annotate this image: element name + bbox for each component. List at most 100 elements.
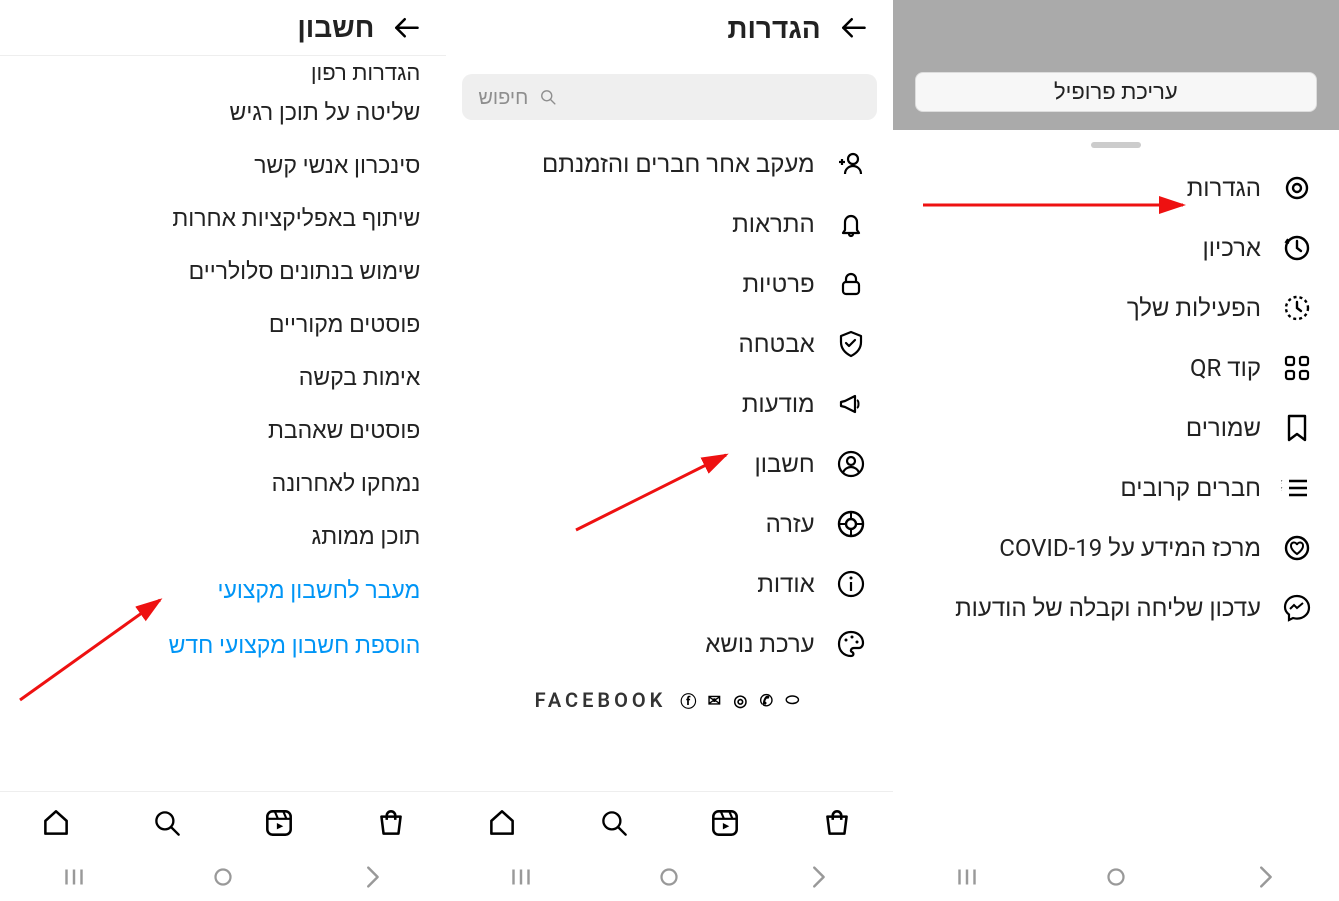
list-item[interactable]: פוסטים שאהבת bbox=[0, 404, 446, 457]
fb-app-icons: ⓕ ✉ ◎ ✆ ⬭ bbox=[680, 690, 804, 710]
settings-item-privacy[interactable]: פרטיות bbox=[446, 254, 892, 314]
settings-item-account[interactable]: חשבון bbox=[446, 434, 892, 494]
instagram-icon: ◎ bbox=[732, 690, 752, 710]
tab-shop-icon[interactable] bbox=[820, 806, 854, 840]
edit-profile-label: עריכת פרופיל bbox=[1054, 79, 1178, 105]
list-item-label: פרטיות bbox=[742, 270, 814, 299]
account-list: הגדרות רפון שליטה על תוכן רגיש סינכרון א… bbox=[0, 56, 446, 791]
settings-item-security[interactable]: אבטחה bbox=[446, 314, 892, 374]
lock-icon bbox=[835, 268, 867, 300]
list-item-label: הגדרות רפון bbox=[311, 60, 421, 86]
settings-item-ads[interactable]: מודעות bbox=[446, 374, 892, 434]
menu-item-close-friends[interactable]: חברים קרובים bbox=[893, 458, 1339, 518]
nav-back-icon[interactable] bbox=[357, 862, 387, 892]
menu-item-qr[interactable]: קוד QR bbox=[893, 338, 1339, 398]
shield-icon bbox=[835, 328, 867, 360]
nav-home-icon[interactable] bbox=[208, 862, 238, 892]
nav-back-icon[interactable] bbox=[1250, 862, 1280, 892]
list-item-label: עדכון שליחה וקבלה של הודעות bbox=[955, 594, 1261, 623]
menu-item-covid[interactable]: מרכז המידע על COVID-19 bbox=[893, 518, 1339, 578]
list-item[interactable]: פוסטים מקוריים bbox=[0, 298, 446, 351]
sheet-handle[interactable] bbox=[1091, 142, 1141, 148]
qr-icon bbox=[1281, 352, 1313, 384]
android-nav-bar bbox=[0, 853, 446, 901]
menu-item-settings[interactable]: הגדרות bbox=[893, 158, 1339, 218]
list-item[interactable]: תוכן ממותג bbox=[0, 510, 446, 563]
list-item-label: שימוש בנתונים סלולריים bbox=[189, 258, 421, 285]
edit-profile-button[interactable]: עריכת פרופיל bbox=[915, 72, 1317, 112]
tab-home-icon[interactable] bbox=[485, 806, 519, 840]
menu-item-archive[interactable]: ארכיון bbox=[893, 218, 1339, 278]
profile-menu-screen: עריכת פרופיל הגדרות ארכיון הפעילות שלך ק… bbox=[893, 0, 1339, 901]
nav-recents-icon[interactable] bbox=[59, 862, 89, 892]
nav-home-icon[interactable] bbox=[1101, 862, 1131, 892]
list-item[interactable]: שליטה על תוכן רגיש bbox=[0, 86, 446, 139]
account-item-clipped[interactable]: הגדרות רפון bbox=[0, 60, 446, 86]
profile-top-dimmed: עריכת פרופיל bbox=[893, 0, 1339, 130]
add-pro-link[interactable]: הוספת חשבון מקצועי חדש bbox=[0, 618, 446, 673]
list-item-label: הגדרות bbox=[1187, 174, 1261, 203]
switch-pro-link[interactable]: מעבר לחשבון מקצועי bbox=[0, 563, 446, 618]
profile-menu-list: הגדרות ארכיון הפעילות שלך קוד QR שמורים … bbox=[893, 154, 1339, 853]
list-item-label: קוד QR bbox=[1190, 354, 1261, 383]
list-item-label: אבטחה bbox=[739, 330, 815, 359]
android-nav-bar bbox=[446, 853, 892, 901]
heart-shield-icon bbox=[1281, 532, 1313, 564]
list-item-label: ארכיון bbox=[1203, 234, 1261, 263]
tab-home-icon[interactable] bbox=[39, 806, 73, 840]
whatsapp-icon: ✆ bbox=[758, 690, 778, 710]
list-item-label: שיתוף באפליקציות אחרות bbox=[172, 205, 420, 232]
list-item-label: חברים קרובים bbox=[1120, 474, 1261, 503]
menu-item-saved[interactable]: שמורים bbox=[893, 398, 1339, 458]
list-item[interactable]: נמחקו לאחרונה bbox=[0, 457, 446, 510]
list-item-label: מעקב אחר חברים והזמנתם bbox=[542, 150, 815, 179]
tab-reels-icon[interactable] bbox=[708, 806, 742, 840]
nav-recents-icon[interactable] bbox=[506, 862, 536, 892]
list-item[interactable]: שימוש בנתונים סלולריים bbox=[0, 245, 446, 298]
account-header: חשבון bbox=[0, 0, 446, 56]
settings-item-follow[interactable]: מעקב אחר חברים והזמנתם bbox=[446, 134, 892, 194]
bottom-sheet: הגדרות ארכיון הפעילות שלך קוד QR שמורים … bbox=[893, 130, 1339, 853]
add-user-icon bbox=[835, 148, 867, 180]
tab-search-icon[interactable] bbox=[150, 806, 184, 840]
activity-icon bbox=[1281, 292, 1313, 324]
list-item-label: הפעילות שלך bbox=[1127, 294, 1261, 323]
tab-search-icon[interactable] bbox=[597, 806, 631, 840]
search-input[interactable]: חיפוש bbox=[462, 74, 876, 120]
account-icon bbox=[835, 448, 867, 480]
nav-back-icon[interactable] bbox=[803, 862, 833, 892]
account-screen: חשבון הגדרות רפון שליטה על תוכן רגיש סינ… bbox=[0, 0, 446, 901]
settings-item-theme[interactable]: ערכת נושא bbox=[446, 614, 892, 674]
account-title: חשבון bbox=[297, 11, 374, 44]
tab-shop-icon[interactable] bbox=[374, 806, 408, 840]
fb-icon: ⓕ bbox=[680, 690, 700, 710]
list-item[interactable]: אימות בקשה bbox=[0, 351, 446, 404]
list-item-label: שמורים bbox=[1186, 414, 1261, 443]
list-item-label: שליטה על תוכן רגיש bbox=[230, 99, 421, 126]
list-item-label: ערכת נושא bbox=[705, 630, 814, 659]
settings-item-about[interactable]: אודות bbox=[446, 554, 892, 614]
menu-item-activity[interactable]: הפעילות שלך bbox=[893, 278, 1339, 338]
settings-item-notifications[interactable]: התראות bbox=[446, 194, 892, 254]
settings-header: הגדרות bbox=[446, 0, 892, 56]
settings-title: הגדרות bbox=[727, 12, 820, 45]
tab-reels-icon[interactable] bbox=[262, 806, 296, 840]
list-item[interactable]: סינכרון אנשי קשר bbox=[0, 139, 446, 192]
list-item-label: מרכז המידע על COVID-19 bbox=[999, 534, 1261, 563]
list-item[interactable]: שיתוף באפליקציות אחרות bbox=[0, 192, 446, 245]
gear-icon bbox=[1281, 172, 1313, 204]
menu-item-messaging[interactable]: עדכון שליחה וקבלה של הודעות bbox=[893, 578, 1339, 638]
back-icon[interactable] bbox=[392, 11, 426, 45]
list-item-label: התראות bbox=[732, 210, 815, 239]
list-item-label: חשבון bbox=[755, 450, 815, 479]
list-item-label: פוסטים מקוריים bbox=[269, 311, 420, 338]
list-item-label: אימות בקשה bbox=[299, 364, 421, 391]
list-item-label: פוסטים שאהבת bbox=[268, 417, 420, 444]
help-icon bbox=[835, 508, 867, 540]
list-item-label: תוכן ממותג bbox=[312, 523, 421, 550]
settings-item-help[interactable]: עזרה bbox=[446, 494, 892, 554]
link-label: מעבר לחשבון מקצועי bbox=[218, 577, 421, 604]
nav-home-icon[interactable] bbox=[654, 862, 684, 892]
nav-recents-icon[interactable] bbox=[952, 862, 982, 892]
back-icon[interactable] bbox=[839, 11, 873, 45]
